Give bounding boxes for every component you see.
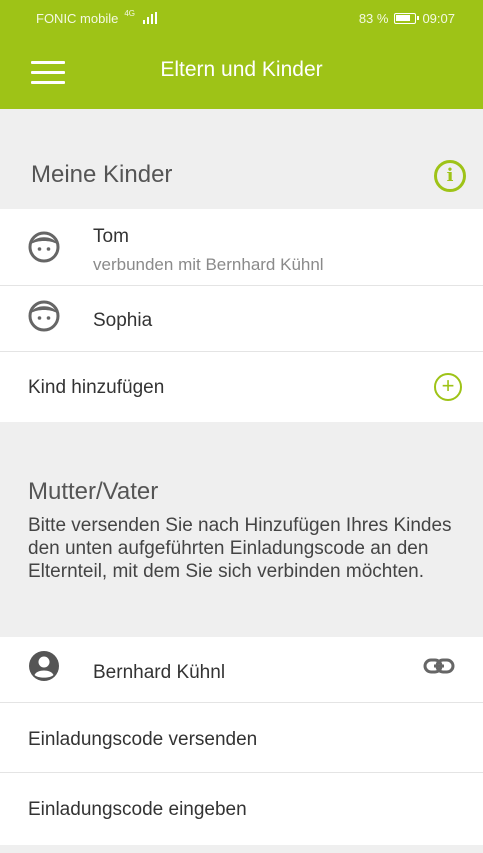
link-icon[interactable] — [423, 657, 455, 675]
send-code-label: Einladungscode versenden — [28, 729, 258, 750]
parent-section-header: Mutter/Vater Bitte versenden Sie nach Hi… — [0, 422, 483, 637]
enter-code-row[interactable]: Einladungscode eingeben — [0, 773, 483, 845]
list-item-kid-sophia[interactable]: Sophia — [0, 286, 483, 352]
add-icon[interactable]: + — [434, 373, 462, 401]
list-item-kid-tom[interactable]: Tom verbunden mit Bernhard Kühnl — [0, 209, 483, 286]
account-circle-icon — [29, 651, 59, 681]
child-face-icon — [28, 231, 60, 263]
toolbar: Eltern und Kinder — [0, 36, 483, 109]
battery-percent: 83 % — [358, 10, 389, 26]
parent-heading: Mutter/Vater — [28, 478, 159, 505]
child-face-icon — [28, 300, 60, 332]
info-icon[interactable]: i — [434, 160, 466, 192]
page-title: Eltern und Kinder — [160, 58, 323, 81]
kids-heading: Meine Kinder — [31, 161, 173, 188]
kid-name: Tom — [93, 226, 129, 247]
kid-connection-status: verbunden mit Bernhard Kühnl — [93, 255, 324, 274]
parent-description: Bitte versenden Sie nach Hinzufügen Ihre… — [28, 515, 452, 582]
list-item-parent[interactable]: Bernhard Kühnl — [0, 637, 483, 703]
kid-name: Sophia — [93, 310, 153, 331]
status-bar: FONIC mobile 4G 83 % 09:07 — [0, 0, 483, 36]
send-code-row[interactable]: Einladungscode versenden — [0, 703, 483, 773]
signal-icon — [143, 12, 158, 24]
parent-name: Bernhard Kühnl — [93, 662, 226, 683]
app-bar: FONIC mobile 4G 83 % 09:07 Eltern und Ki… — [0, 0, 483, 109]
battery-icon — [394, 12, 420, 24]
network-type: 4G — [124, 8, 136, 18]
clock: 09:07 — [422, 10, 455, 26]
add-child-label: Kind hinzufügen — [28, 377, 165, 398]
carrier-label: FONIC mobile — [36, 10, 119, 26]
add-child-row[interactable]: Kind hinzufügen + — [0, 352, 483, 422]
enter-code-label: Einladungscode eingeben — [28, 799, 247, 820]
kids-section-header: Meine Kinder i — [0, 109, 483, 209]
